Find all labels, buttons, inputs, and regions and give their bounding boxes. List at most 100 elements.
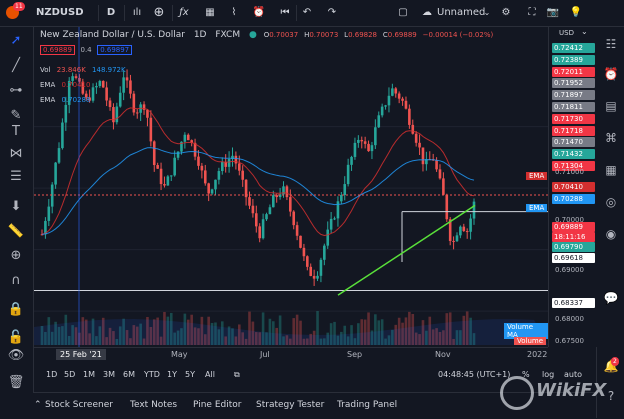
chart-legend-title: New Zealand Dollar / U.S. Dollar 1D FXCM… bbox=[40, 30, 494, 40]
chart-layout-icon[interactable]: ⌇ bbox=[227, 4, 241, 22]
volume-ma-area bbox=[34, 319, 548, 345]
horizontal-line-icon[interactable]: ⊶ bbox=[6, 82, 26, 100]
indicators-icon[interactable]: ƒx bbox=[177, 4, 191, 22]
trendline bbox=[337, 204, 476, 296]
candle-body bbox=[214, 179, 217, 190]
candle-body bbox=[254, 213, 258, 227]
range-1y[interactable]: 1Y bbox=[167, 370, 177, 379]
candle-body bbox=[346, 164, 350, 185]
candle-body bbox=[421, 147, 425, 165]
hotlist-icon[interactable]: ⌘ bbox=[602, 129, 620, 147]
candle-body bbox=[258, 226, 262, 239]
shapes-icon[interactable]: ⬇ bbox=[6, 198, 26, 216]
candles-icon[interactable]: ılı bbox=[130, 4, 144, 22]
range-5d[interactable]: 5D bbox=[64, 370, 75, 379]
price-axis[interactable]: USD ⌄ 0.72412 0.72389 0.72011 0.71952 0.7189… bbox=[548, 27, 597, 347]
range-all[interactable]: All bbox=[205, 370, 215, 379]
price-tag: 0.71730 bbox=[552, 113, 595, 124]
templates-icon[interactable]: ▦ bbox=[203, 4, 217, 22]
candle-body bbox=[465, 231, 469, 233]
tab-stock-screener[interactable]: Stock Screener bbox=[45, 400, 113, 410]
tab-pine-editor[interactable]: Pine Editor bbox=[193, 400, 241, 410]
chat-icon[interactable]: 💬 bbox=[602, 289, 620, 307]
lock-drawing-icon[interactable]: 🔒 bbox=[6, 301, 26, 319]
cursor-date-label: 25 Feb '21 bbox=[56, 349, 106, 360]
ema2-legend: EMA 0.70288 bbox=[40, 96, 91, 104]
candle-body bbox=[101, 81, 105, 88]
price-tag: 0.71432 bbox=[552, 149, 595, 160]
trash-icon[interactable]: 🗑 bbox=[6, 374, 26, 392]
time-axis[interactable]: 25 Feb '21 May Jul Sep Nov 2022 bbox=[34, 347, 548, 362]
goto-date-icon[interactable]: ⧉ bbox=[234, 370, 240, 380]
ideas-icon[interactable]: ◎ bbox=[602, 193, 620, 211]
candle-body bbox=[265, 214, 268, 220]
currency-label[interactable]: USD bbox=[559, 29, 574, 37]
redo-icon[interactable]: ↷ bbox=[325, 4, 339, 22]
candle-body bbox=[122, 77, 125, 93]
alerts-icon[interactable]: ⏰ bbox=[602, 65, 620, 83]
bid-price[interactable]: 0.69889 bbox=[40, 45, 75, 55]
trendline-tool-icon[interactable]: ╱ bbox=[6, 57, 26, 75]
fib-icon[interactable]: ☰ bbox=[6, 168, 26, 186]
currency-chevron-icon[interactable]: ⌄ bbox=[581, 27, 588, 36]
eye-icon[interactable]: 👁 bbox=[6, 347, 26, 365]
range-1m[interactable]: 1M bbox=[83, 370, 95, 379]
data-window-icon[interactable]: ▤ bbox=[602, 97, 620, 115]
ema2-value: 0.70288 bbox=[61, 96, 91, 104]
candle-body bbox=[105, 87, 108, 101]
alert-icon[interactable]: ⏰ bbox=[252, 4, 266, 22]
calendar-icon[interactable]: ▦ bbox=[602, 161, 620, 179]
tab-text-notes[interactable]: Text Notes bbox=[130, 400, 177, 410]
camera-icon[interactable]: 📷 bbox=[545, 4, 561, 22]
candle-body bbox=[384, 105, 387, 107]
magnet-icon[interactable]: ∩ bbox=[6, 272, 26, 290]
layout-grid-icon[interactable]: ▢ bbox=[396, 4, 410, 22]
zoom-icon[interactable]: ⊕ bbox=[6, 247, 26, 265]
replay-icon[interactable]: ⏮ bbox=[278, 4, 292, 22]
collapse-icon[interactable]: ⌃ bbox=[34, 400, 42, 410]
watchlist-icon[interactable]: ☷ bbox=[602, 35, 620, 53]
range-1d[interactable]: 1D bbox=[46, 370, 57, 379]
lock-icon[interactable]: 🔓 bbox=[6, 329, 26, 347]
range-6m[interactable]: 6M bbox=[123, 370, 135, 379]
undo-icon[interactable]: ↶ bbox=[300, 4, 314, 22]
candle-body bbox=[411, 124, 415, 134]
chart-pane[interactable]: New Zealand Dollar / U.S. Dollar 1D FXCM… bbox=[34, 27, 548, 347]
candle-body bbox=[248, 197, 251, 206]
interval-button[interactable]: D bbox=[104, 4, 118, 22]
range-5y[interactable]: 5Y bbox=[185, 370, 195, 379]
text-tool-icon[interactable]: T bbox=[6, 123, 26, 141]
symbol-title: New Zealand Dollar / U.S. Dollar bbox=[40, 30, 185, 40]
candle-body bbox=[200, 165, 204, 171]
add-compare-icon[interactable]: ⊕ bbox=[152, 4, 166, 22]
tab-strategy-tester[interactable]: Strategy Tester bbox=[256, 400, 324, 410]
candle-body bbox=[292, 211, 296, 226]
ema1-name-tag: EMA bbox=[526, 172, 548, 180]
candle-body bbox=[316, 275, 319, 279]
tab-trading-panel[interactable]: Trading Panel bbox=[337, 400, 397, 410]
candle-body bbox=[404, 100, 408, 109]
cursor-icon[interactable]: ➚ bbox=[6, 32, 26, 50]
streams-icon[interactable]: ◉ bbox=[602, 225, 620, 243]
chevron-down-icon[interactable]: ⌄ bbox=[482, 4, 492, 22]
candle-body bbox=[108, 100, 112, 108]
fullscreen-icon[interactable]: ⛶ bbox=[524, 4, 540, 22]
pattern-icon[interactable]: ⋈ bbox=[6, 145, 26, 163]
notifications-badge: 2 bbox=[611, 357, 619, 366]
candle-body bbox=[323, 245, 326, 260]
ask-price[interactable]: 0.69897 bbox=[97, 45, 133, 55]
range-3m[interactable]: 3M bbox=[103, 370, 115, 379]
ruler-icon[interactable]: 📏 bbox=[6, 223, 26, 241]
time-label-2022: 2022 bbox=[527, 350, 548, 359]
candle-body bbox=[159, 168, 163, 185]
publish-icon[interactable]: 💡 bbox=[568, 4, 584, 22]
candle-body bbox=[380, 106, 384, 116]
ema2-name-tag: EMA bbox=[526, 204, 548, 212]
price-tag: 0.71897 bbox=[552, 90, 595, 101]
layout-name[interactable]: Unnamed bbox=[437, 4, 485, 22]
range-ytd[interactable]: YTD bbox=[144, 370, 160, 379]
candle-body bbox=[118, 92, 122, 107]
symbol-search[interactable]: NZDUSD bbox=[36, 4, 84, 22]
settings-icon[interactable]: ⚙ bbox=[498, 4, 514, 22]
candle-body bbox=[166, 176, 170, 186]
